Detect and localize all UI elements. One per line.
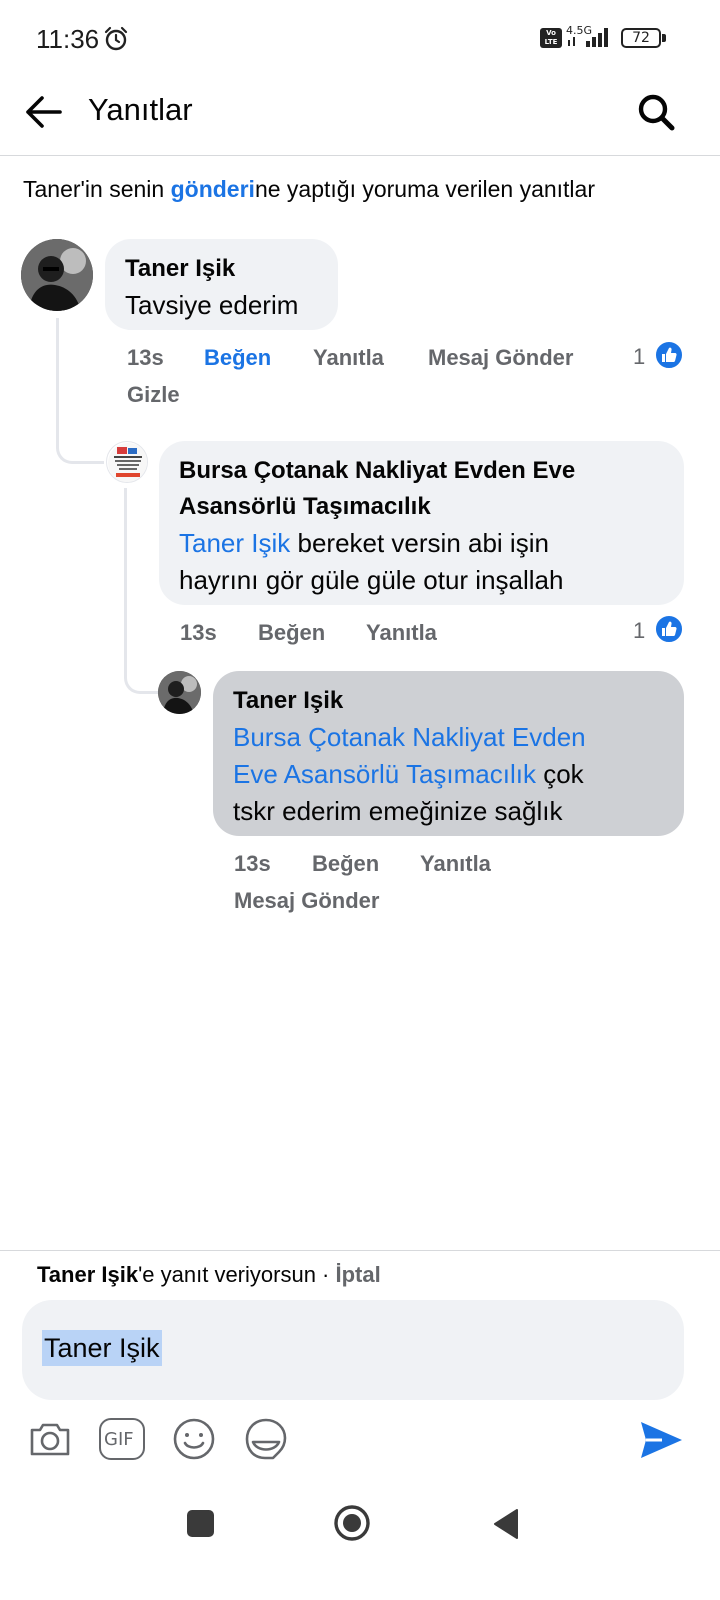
comment-text: Bursa Çotanak Nakliyat Evden Eve Asansörl… <box>233 719 664 830</box>
send-icon[interactable] <box>638 1418 684 1462</box>
battery-level: 72 <box>621 28 661 48</box>
comment-author[interactable]: Taner Işik <box>233 683 664 719</box>
comment-text-line: hayrını gör güle güle otur inşallah <box>179 565 564 595</box>
post-link[interactable]: gönderi <box>171 176 255 202</box>
comment-time: 13s <box>180 620 217 645</box>
reply-input[interactable]: Taner Işik <box>22 1300 684 1400</box>
like-reaction-icon <box>654 614 684 644</box>
comment-bubble[interactable]: Taner Işik Tavsiye ederim <box>105 239 338 330</box>
battery-tip <box>662 34 666 42</box>
status-bar: 11:36 Vo LTE 4.5G 72 <box>0 0 720 76</box>
comment-author[interactable]: Bursa Çotanak Nakliyat Evden Eve <box>179 453 664 489</box>
comment-bubble[interactable]: Bursa Çotanak Nakliyat Evden Eve Asansör… <box>159 441 684 605</box>
comment-bubble-highlighted[interactable]: Taner Işik Bursa Çotanak Nakliyat Evden E… <box>213 671 684 836</box>
comment-text: Taner Işik bereket versin abi işin hayrın… <box>179 525 664 599</box>
context-prefix: Taner'in senin <box>23 176 171 202</box>
comment-actions: 13s Beğen Yanıtla Mesaj Gönder Gizle <box>127 345 647 415</box>
emoji-icon[interactable] <box>171 1416 217 1462</box>
comment-actions: 13s Beğen Yanıtla <box>180 620 580 652</box>
comment-author-continued[interactable]: Asansörlü Taşımacılık <box>179 489 664 525</box>
replying-suffix: 'e yanıt veriyorsun · <box>138 1262 336 1287</box>
comment-text: Tavsiye ederim <box>125 290 299 320</box>
avatar[interactable] <box>106 441 148 483</box>
cancel-reply-button[interactable]: İptal <box>335 1262 380 1287</box>
comment-text-line: bereket versin abi işin <box>290 528 549 558</box>
search-icon[interactable] <box>632 88 680 136</box>
mention-link-continued[interactable]: Eve Asansörlü Taşımacılık <box>233 759 536 789</box>
gif-icon[interactable]: GIF <box>99 1418 145 1460</box>
like-button[interactable]: Beğen <box>258 620 325 646</box>
reply-button[interactable]: Yanıtla <box>420 851 491 877</box>
signal-icon: 4.5G <box>566 24 614 50</box>
avatar[interactable] <box>158 671 201 714</box>
avatar[interactable] <box>21 239 93 311</box>
system-nav-bar <box>0 1490 720 1600</box>
context-suffix: ne yaptığı yoruma verilen yanıtlar <box>254 176 595 202</box>
app-header: Yanıtlar <box>0 76 720 156</box>
message-button[interactable]: Mesaj Gönder <box>234 888 379 914</box>
like-button[interactable]: Beğen <box>204 345 271 371</box>
page-title: Yanıtlar <box>88 92 193 127</box>
alarm-icon <box>104 26 128 51</box>
like-reaction-icon <box>654 340 684 370</box>
recent-apps-button[interactable] <box>187 1510 214 1537</box>
reaction-count[interactable]: 1 <box>633 344 645 370</box>
replying-to-name: Taner Işik <box>37 1262 139 1287</box>
hide-button[interactable]: Gizle <box>127 382 180 408</box>
like-button[interactable]: Beğen <box>312 851 379 877</box>
composer-divider <box>0 1250 720 1251</box>
volte-icon: Vo LTE <box>540 28 562 48</box>
replies-context: Taner'in senin gönderine yaptığı yoruma … <box>23 176 595 203</box>
reaction-count[interactable]: 1 <box>633 618 645 644</box>
replying-indicator: Taner Işik'e yanıt veriyorsun · İptal <box>37 1262 381 1288</box>
thread-line <box>124 488 160 694</box>
reply-button[interactable]: Yanıtla <box>313 345 384 371</box>
comment-text-line: tskr ederim emeğinize sağlık <box>233 796 563 826</box>
comment-time: 13s <box>127 345 164 370</box>
mention-link[interactable]: Bursa Çotanak Nakliyat Evden <box>233 722 586 752</box>
home-button[interactable] <box>333 1504 371 1542</box>
message-button[interactable]: Mesaj Gönder <box>428 345 573 371</box>
reply-button[interactable]: Yanıtla <box>366 620 437 646</box>
arrow-left-icon[interactable] <box>20 88 68 136</box>
comment-actions: 13s Beğen Yanıtla Mesaj Gönder <box>234 851 634 921</box>
thread-line <box>56 318 104 464</box>
status-time: 11:36 <box>36 24 100 54</box>
mention-link[interactable]: Taner Işik <box>179 528 290 558</box>
reply-input-value[interactable]: Taner Işik <box>42 1330 162 1366</box>
sticker-icon[interactable] <box>243 1416 289 1462</box>
comment-time: 13s <box>234 851 271 876</box>
back-nav-button[interactable] <box>491 1508 519 1540</box>
gif-label: GIF <box>104 1429 134 1450</box>
comment-author[interactable]: Taner Işik <box>125 251 318 287</box>
comment-text-line: çok <box>536 759 584 789</box>
battery-icon: 72 <box>621 28 667 48</box>
camera-icon[interactable] <box>27 1416 73 1462</box>
